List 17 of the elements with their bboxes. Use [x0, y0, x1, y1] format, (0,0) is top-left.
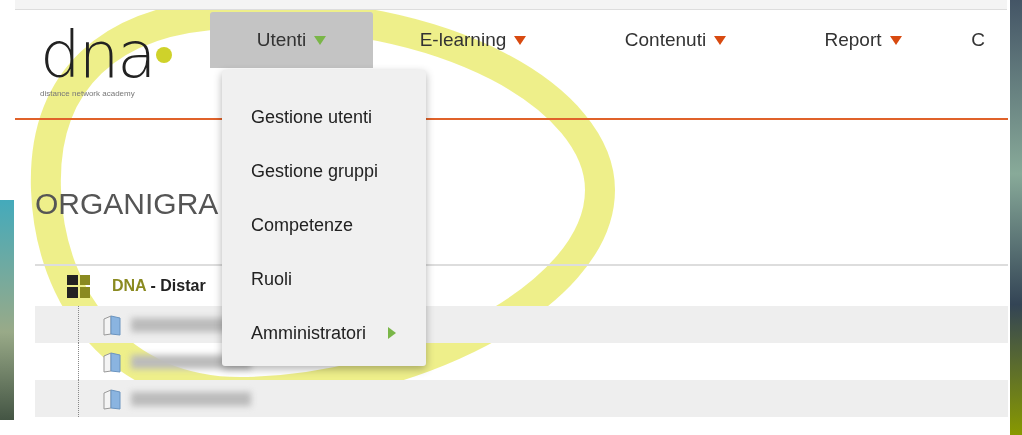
- tree-root-label[interactable]: DNA - Distar: [112, 274, 206, 298]
- nav-tab[interactable]: Utenti: [210, 12, 373, 68]
- grid-icon: [67, 274, 90, 298]
- folder-icon: [101, 312, 123, 337]
- nav-tab[interactable]: Contenuti: [573, 12, 778, 68]
- menu-item[interactable]: Ruoli: [222, 252, 426, 306]
- nav-tab[interactable]: Report: [778, 12, 948, 68]
- menu-item[interactable]: Amministratori: [222, 306, 426, 360]
- dot-icon: [156, 47, 173, 63]
- nav-tab[interactable]: C: [948, 12, 1008, 68]
- menu-item[interactable]: Gestione utenti: [222, 90, 426, 144]
- logo-wordmark: dna: [40, 24, 210, 86]
- menu-item[interactable]: Competenze: [222, 198, 426, 252]
- folder-icon: [101, 386, 123, 411]
- menu-item[interactable]: Gestione gruppi: [222, 144, 426, 198]
- tree-row[interactable]: [35, 380, 1008, 417]
- folder-icon: [101, 349, 123, 374]
